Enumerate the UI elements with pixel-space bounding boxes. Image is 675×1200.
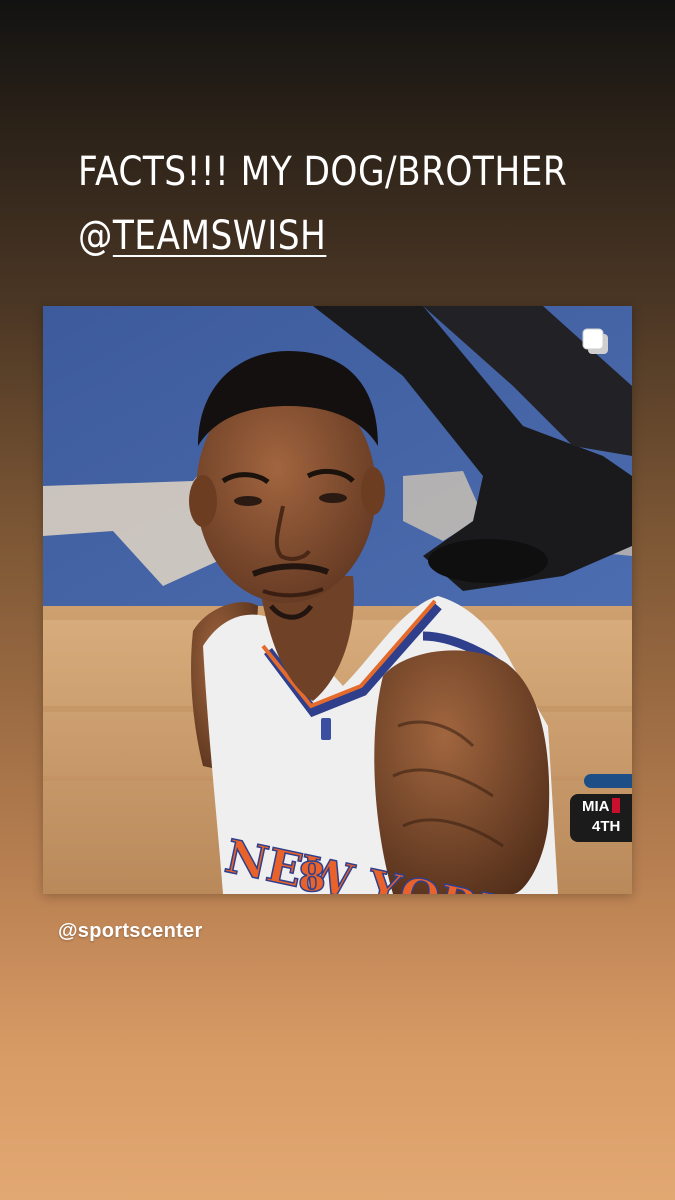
score-bug-team: MIA xyxy=(582,798,610,815)
caption-line-2: @TEAMSWISH xyxy=(78,204,560,268)
score-bug: MIA 4TH xyxy=(570,774,632,846)
caption-at-sign: @ xyxy=(78,213,113,259)
mention-link[interactable]: TEAMSWISH xyxy=(113,213,327,259)
score-bug-box: MIA 4TH xyxy=(570,794,632,842)
team-color-chip xyxy=(611,798,620,813)
carousel-icon[interactable] xyxy=(580,326,612,358)
post-image: NEW YORK 8 xyxy=(43,306,632,894)
shared-post[interactable]: NEW YORK 8 MIA 4TH xyxy=(43,306,632,894)
post-attribution[interactable]: @sportscenter xyxy=(58,920,203,943)
score-bug-bar xyxy=(584,774,632,788)
story-caption: FACTS!!! MY DOG/BROTHER @TEAMSWISH xyxy=(78,140,568,268)
score-bug-period: 4TH xyxy=(592,818,621,835)
caption-line-1: FACTS!!! MY DOG/BROTHER xyxy=(78,149,568,195)
jersey-number: 8 xyxy=(298,854,326,894)
